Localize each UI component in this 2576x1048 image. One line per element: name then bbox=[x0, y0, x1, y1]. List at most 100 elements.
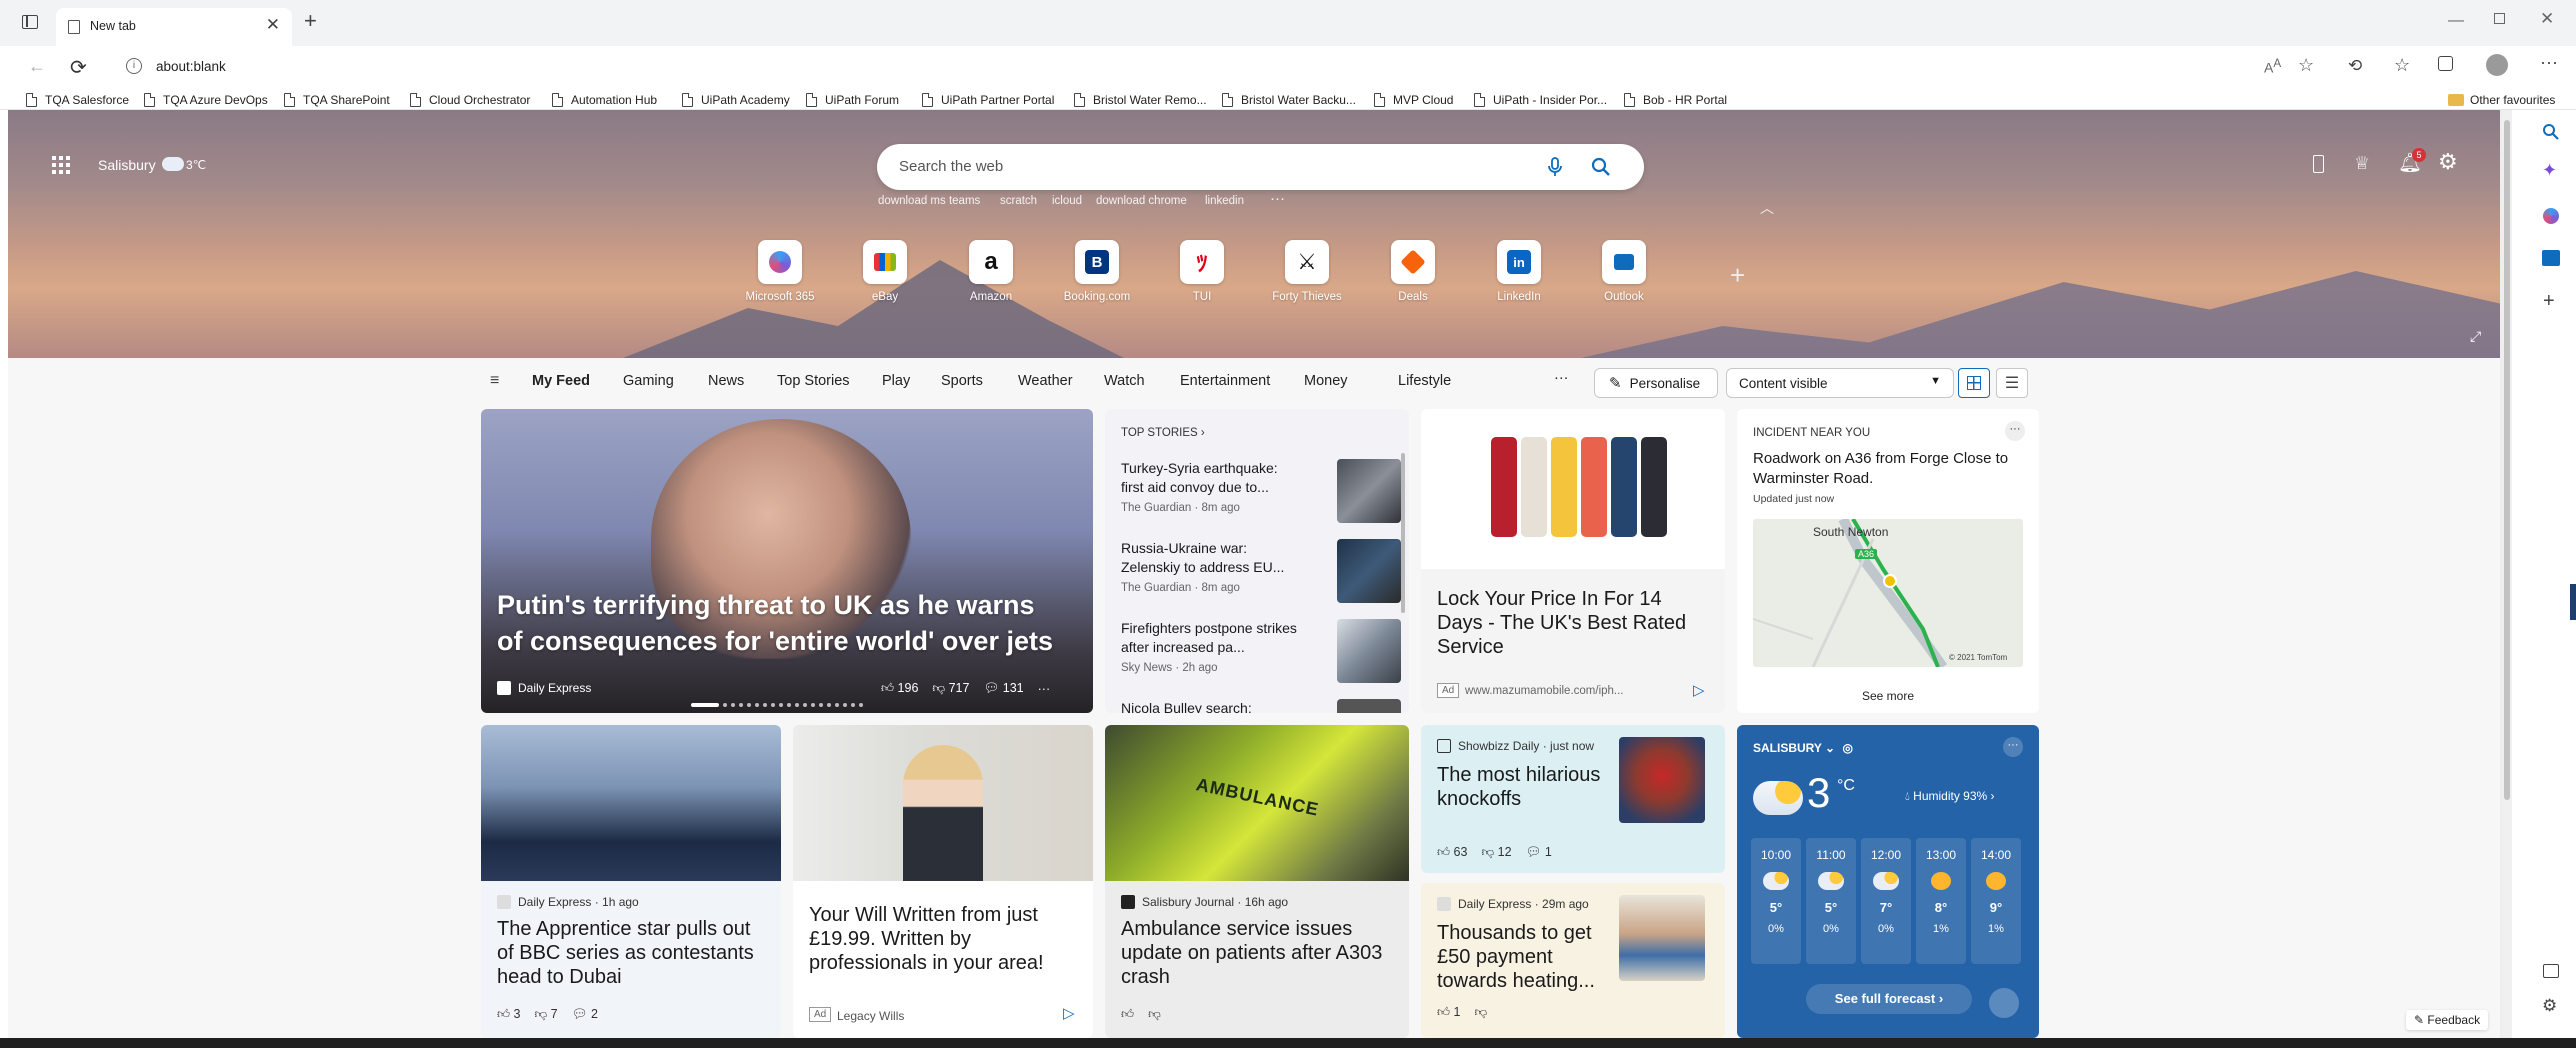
favorite-item[interactable]: Bristol Water Remo... bbox=[1074, 92, 1207, 108]
tab-money[interactable]: Money bbox=[1304, 373, 1348, 389]
more-options-icon[interactable]: ··· bbox=[2005, 421, 2025, 441]
app-launcher-icon[interactable] bbox=[52, 156, 70, 174]
new-tab-icon[interactable]: + bbox=[304, 8, 317, 34]
trending-search[interactable]: download chrome bbox=[1096, 195, 1187, 207]
trending-search[interactable]: download ms teams bbox=[878, 195, 980, 207]
scrollbar-thumb[interactable] bbox=[2504, 120, 2510, 800]
story-item[interactable]: Turkey-Syria earthquake: first aid convo… bbox=[1121, 459, 1407, 531]
incident-pin-icon[interactable] bbox=[1883, 574, 1897, 588]
quicklink-forty-thieves[interactable]: ⚔ Forty Thieves bbox=[1262, 240, 1352, 303]
incident-map[interactable]: South Newton A36 © 2021 TomTom bbox=[1753, 519, 2023, 667]
quicklink-outlook[interactable]: Outlook bbox=[1579, 240, 1669, 303]
favorites-icon[interactable]: ☆ bbox=[2394, 55, 2410, 76]
m365-icon[interactable] bbox=[2543, 208, 2559, 224]
read-aloud-icon[interactable]: AA bbox=[2264, 57, 2281, 76]
favorite-item[interactable]: UiPath Academy bbox=[682, 92, 790, 108]
favorite-item[interactable]: TQA SharePoint bbox=[284, 92, 390, 108]
favorite-item[interactable]: TQA Salesforce bbox=[26, 92, 129, 108]
hourly-forecast[interactable]: 10:00 5° 0% bbox=[1751, 838, 1801, 964]
incident-title[interactable]: Roadwork on A36 from Forge Close to Warm… bbox=[1753, 449, 2023, 489]
close-window-icon[interactable]: ✕ bbox=[2540, 9, 2554, 29]
tab-weather[interactable]: Weather bbox=[1018, 373, 1073, 389]
like-button[interactable]: 👍︎ 63 bbox=[1437, 845, 1467, 860]
close-tab-icon[interactable]: ✕ bbox=[266, 15, 280, 35]
nav-more-icon[interactable]: ··· bbox=[1554, 370, 1569, 386]
see-full-forecast-button[interactable]: See full forecast › bbox=[1806, 984, 1972, 1014]
scrollbar[interactable] bbox=[1401, 453, 1405, 613]
favorite-item[interactable]: Cloud Orchestrator bbox=[410, 92, 530, 108]
favorite-item[interactable]: UiPath Forum bbox=[806, 92, 899, 108]
favorite-item[interactable]: Bristol Water Backu... bbox=[1222, 92, 1356, 108]
more-options-icon[interactable]: ··· bbox=[2003, 737, 2023, 757]
more-menu-icon[interactable]: ··· bbox=[2540, 52, 2558, 73]
hourly-forecast[interactable]: 11:00 5° 0% bbox=[1806, 838, 1856, 964]
tab-news[interactable]: News bbox=[708, 373, 744, 389]
dislike-button[interactable]: 👎︎ bbox=[1148, 1007, 1161, 1022]
trending-search[interactable]: icloud bbox=[1052, 195, 1082, 207]
dislike-button[interactable]: 👎︎ 12 bbox=[1481, 845, 1511, 860]
search-input[interactable]: Search the web bbox=[899, 158, 1003, 175]
expand-icon[interactable]: ⤢ bbox=[2470, 328, 2481, 345]
payment-story-card[interactable]: Daily Express · 29m ago Thousands to get… bbox=[1421, 883, 1725, 1038]
comment-button[interactable]: 💬︎ 1 bbox=[1526, 845, 1552, 860]
like-button[interactable]: 👍︎ bbox=[1121, 1007, 1134, 1022]
tab-sports[interactable]: Sports bbox=[941, 373, 983, 389]
quicklink-ebay[interactable]: eBay bbox=[840, 240, 930, 303]
weather-location-selector[interactable]: SALISBURY ⌄ ◎ bbox=[1753, 741, 1853, 755]
see-more-link[interactable]: See more bbox=[1737, 689, 2039, 703]
dislike-button[interactable]: 👎︎ 717 bbox=[932, 681, 969, 696]
ad-card-legacy-wills[interactable]: Your Will Written from just £19.99. Writ… bbox=[793, 725, 1093, 1038]
tab-new-tab[interactable]: New tab ✕ bbox=[56, 8, 292, 46]
weather-location[interactable]: Salisbury bbox=[98, 157, 156, 173]
tab-play[interactable]: Play bbox=[882, 373, 910, 389]
ambulance-story-card[interactable]: AMBULANCE Salisbury Journal · 16h ago Am… bbox=[1105, 725, 1409, 1038]
vertical-scrollbar[interactable] bbox=[2502, 110, 2512, 1038]
tab-entertainment[interactable]: Entertainment bbox=[1180, 373, 1270, 389]
favorite-item[interactable]: TQA Azure DevOps bbox=[144, 92, 268, 108]
ad-card-mazuma[interactable]: Lock Your Price In For 14 Days - The UK'… bbox=[1421, 409, 1725, 713]
content-visibility-select[interactable]: Content visible ▼ bbox=[1726, 368, 1954, 398]
humidity-link[interactable]: 💧︎ Humidity 93% › bbox=[1905, 789, 1995, 804]
favorite-item[interactable]: MVP Cloud bbox=[1374, 92, 1453, 108]
personalise-button[interactable]: ✎ Personalise bbox=[1594, 368, 1718, 398]
quicklink-deals[interactable]: Deals bbox=[1368, 240, 1458, 303]
hourly-forecast[interactable]: 13:00 8° 1% bbox=[1916, 838, 1966, 964]
refresh-icon[interactable]: ⟳ bbox=[70, 55, 87, 80]
like-button[interactable]: 👍︎ 3 bbox=[497, 1007, 521, 1022]
apprentice-story-card[interactable]: Daily Express · 1h ago The Apprentice st… bbox=[481, 725, 781, 1038]
hide-sidebar-icon[interactable] bbox=[2543, 964, 2559, 978]
tab-lifestyle[interactable]: Lifestyle bbox=[1398, 373, 1451, 389]
dislike-button[interactable]: 👎︎ 7 bbox=[535, 1007, 558, 1022]
like-button[interactable]: 👍︎ 1 bbox=[1437, 1005, 1461, 1020]
story-item[interactable]: Nicola Bulley search: bbox=[1121, 699, 1407, 713]
hero-story-card[interactable]: Putin's terrifying threat to UK as he wa… bbox=[481, 409, 1093, 713]
story-item[interactable]: Russia-Ukraine war: Zelenskiy to address… bbox=[1121, 539, 1407, 611]
hourly-forecast[interactable]: 12:00 7° 0% bbox=[1861, 838, 1911, 964]
trending-search[interactable]: linkedin bbox=[1205, 195, 1244, 207]
quicklink-booking[interactable]: B Booking.com bbox=[1052, 240, 1142, 303]
sidebar-settings-icon[interactable]: ⚙ bbox=[2542, 996, 2557, 1016]
profile-icon[interactable] bbox=[2486, 54, 2508, 76]
quicklink-linkedin[interactable]: in LinkedIn bbox=[1474, 240, 1564, 303]
like-button[interactable]: 👍︎ 196 bbox=[881, 681, 918, 696]
outlook-icon[interactable] bbox=[2542, 250, 2560, 266]
dislike-button[interactable]: 👎︎ bbox=[1475, 1005, 1488, 1020]
feedback-button[interactable]: ✎ Feedback bbox=[2406, 1010, 2489, 1030]
rewards-icon[interactable]: ♕ bbox=[2354, 153, 2370, 174]
collections-icon[interactable] bbox=[2438, 56, 2453, 71]
copilot-icon[interactable]: ✦ bbox=[2542, 160, 2557, 181]
search-icon[interactable] bbox=[1591, 157, 1611, 177]
back-icon[interactable]: ← bbox=[28, 56, 46, 77]
add-sidebar-icon[interactable]: + bbox=[2543, 290, 2555, 313]
list-view-button[interactable]: ☰ bbox=[1996, 368, 2028, 398]
carousel-dots[interactable] bbox=[691, 703, 863, 707]
other-favourites[interactable]: Other favourites bbox=[2448, 92, 2555, 108]
story-item[interactable]: Firefighters postpone strikes after incr… bbox=[1121, 619, 1407, 691]
restore-icon[interactable] bbox=[2494, 13, 2505, 24]
tab-my-feed[interactable]: My Feed bbox=[532, 373, 590, 389]
tab-top-stories[interactable]: Top Stories bbox=[777, 373, 850, 389]
knockoffs-story-card[interactable]: Showbizz Daily · just now The most hilar… bbox=[1421, 725, 1725, 873]
microphone-icon[interactable] bbox=[1547, 157, 1563, 177]
hero-title[interactable]: Putin's terrifying threat to UK as he wa… bbox=[497, 587, 1067, 659]
favorite-item[interactable]: UiPath Partner Portal bbox=[922, 92, 1054, 108]
